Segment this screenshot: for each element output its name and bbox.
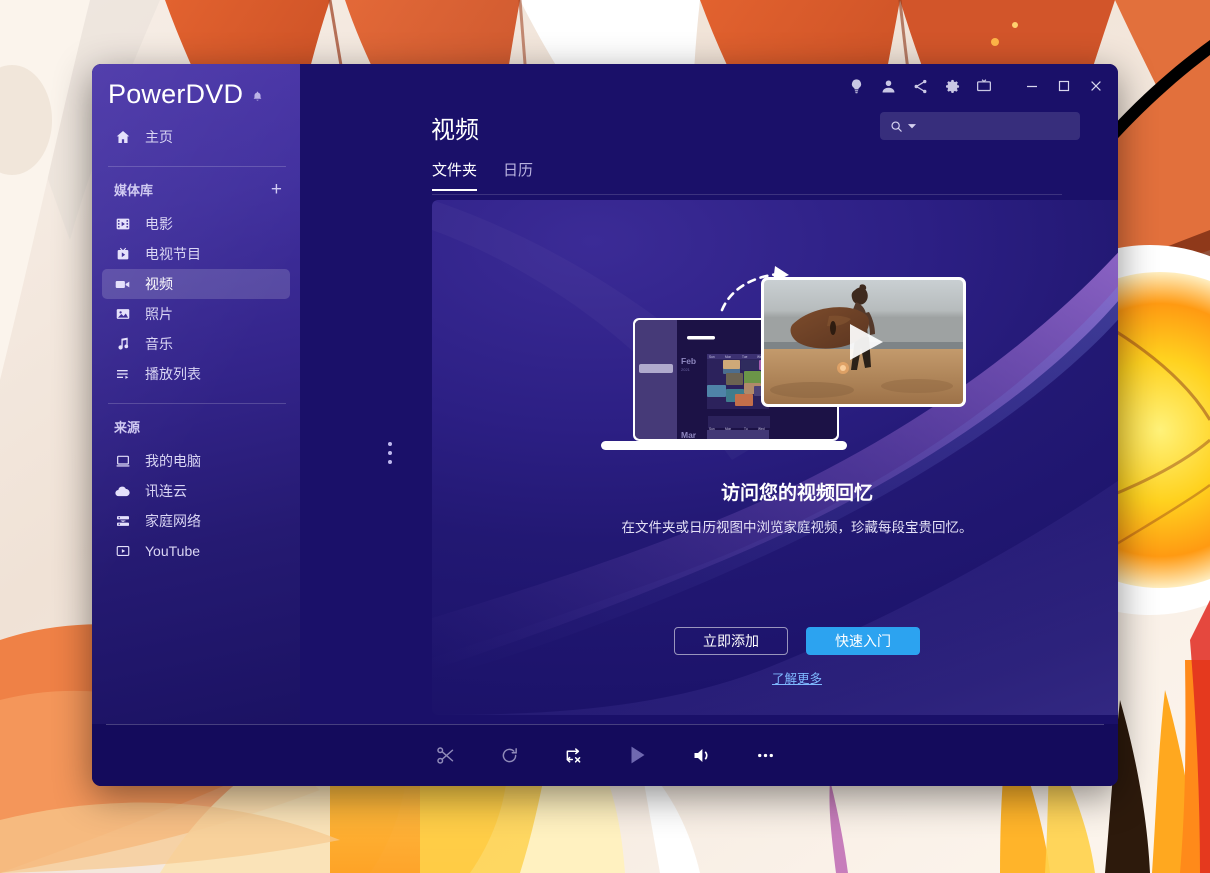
svg-text:Tue: Tue xyxy=(742,355,748,359)
sidebar-item-label-movies: 电影 xyxy=(145,216,173,232)
empty-state-title: 访问您的视频回忆 xyxy=(720,483,873,504)
quick-start-button[interactable]: 快速入门 xyxy=(806,627,920,655)
svg-text:Mon: Mon xyxy=(725,355,731,359)
sources-section-header: 来源 xyxy=(92,404,300,446)
sidebar-item-label-mycomputer: 我的电脑 xyxy=(145,453,201,469)
bottom-toolbar xyxy=(92,724,1118,786)
tab-calendar[interactable]: 日历 xyxy=(503,159,533,191)
desktop-background: PowerDVD 主页 媒体库 + 电影 电视节目 视频 照片 音乐 播放列表 … xyxy=(0,0,1210,873)
user-icon[interactable] xyxy=(872,71,904,101)
sidebar-item-photos[interactable]: 照片 xyxy=(102,299,290,329)
movie-clapper-icon xyxy=(114,216,131,233)
sidebar-item-home[interactable]: 主页 xyxy=(102,122,290,152)
sidebar-item-movies[interactable]: 电影 xyxy=(102,209,290,239)
search-input[interactable] xyxy=(921,119,1066,133)
more-ellipsis-icon[interactable] xyxy=(748,738,782,772)
svg-text:Sun: Sun xyxy=(709,427,715,431)
powerdvd-app-window: PowerDVD 主页 媒体库 + 电影 电视节目 视频 照片 音乐 播放列表 … xyxy=(92,64,1118,786)
content-tabs: 文件夹 日历 xyxy=(432,159,533,191)
handle-dot-2 xyxy=(388,451,392,455)
music-note-icon xyxy=(114,336,131,353)
home-icon xyxy=(114,129,131,146)
computer-icon xyxy=(114,453,131,470)
sidebar-item-label-cyberlinkcloud: 讯连云 xyxy=(145,483,187,499)
sources-section-title: 来源 xyxy=(114,420,141,435)
search-icon xyxy=(890,120,903,133)
sidebar-item-label-videos: 视频 xyxy=(145,276,173,292)
sidebar-item-playlists[interactable]: 播放列表 xyxy=(102,359,290,389)
cut-scissors-icon[interactable] xyxy=(428,738,462,772)
main-content: 视频 文件夹 日历 Sun Mon Tue Wed Feb 2021 Mar S… xyxy=(300,64,1118,724)
play-icon[interactable] xyxy=(620,738,654,772)
svg-text:Mon: Mon xyxy=(725,427,731,431)
tv-icon xyxy=(114,246,131,263)
sidebar-item-label-home: 主页 xyxy=(145,129,173,145)
cloud-icon xyxy=(114,483,131,500)
learn-more-row: 了解更多 xyxy=(432,668,1118,688)
sidebar-item-tvshows[interactable]: 电视节目 xyxy=(102,239,290,269)
lightbulb-icon[interactable] xyxy=(840,71,872,101)
learn-more-link[interactable]: 了解更多 xyxy=(772,672,822,686)
sidebar-item-youtube[interactable]: YouTube xyxy=(102,536,290,566)
sidebar-item-label-photos: 照片 xyxy=(145,306,173,322)
sidebar-item-videos[interactable]: 视频 xyxy=(102,269,290,299)
add-library-button[interactable]: + xyxy=(271,180,282,199)
repeat-off-icon[interactable] xyxy=(556,738,590,772)
transport-controls xyxy=(92,724,1118,786)
svg-text:2021: 2021 xyxy=(681,367,691,372)
titlebar-spacer xyxy=(1000,86,1016,87)
svg-text:Feb: Feb xyxy=(681,356,696,366)
sidebar-item-label-youtube: YouTube xyxy=(145,543,201,559)
library-section-title: 媒体库 xyxy=(114,183,154,198)
volume-icon[interactable] xyxy=(684,738,718,772)
sidebar: PowerDVD 主页 媒体库 + 电影 电视节目 视频 照片 音乐 播放列表 … xyxy=(92,64,300,724)
empty-state-subtitle: 在文件夹或日历视图中浏览家庭视频，珍藏每段宝贵回忆。 xyxy=(621,520,973,535)
playlist-icon xyxy=(114,366,131,383)
gear-icon[interactable] xyxy=(936,71,968,101)
tv-cast-icon[interactable] xyxy=(968,71,1000,101)
share-icon[interactable] xyxy=(904,71,936,101)
sidebar-resize-handle[interactable] xyxy=(388,442,392,464)
svg-text:Sun: Sun xyxy=(709,355,715,359)
sidebar-item-mycomputer[interactable]: 我的电脑 xyxy=(102,446,290,476)
chevron-down-icon[interactable] xyxy=(908,122,916,130)
laptop-calendar-and-video-illustration: Sun Mon Tue Wed Feb 2021 Mar Sun Mon Tu … xyxy=(597,258,997,453)
sidebar-item-label-homenetwork: 家庭网络 xyxy=(145,513,201,529)
minimize-button[interactable] xyxy=(1016,71,1048,101)
maximize-button[interactable] xyxy=(1048,71,1080,101)
sidebar-item-music[interactable]: 音乐 xyxy=(102,329,290,359)
video-camera-icon xyxy=(114,276,131,293)
tabs-underline xyxy=(432,194,1062,195)
library-section-header: 媒体库 + xyxy=(92,167,300,209)
sidebar-item-cyberlinkcloud[interactable]: 讯连云 xyxy=(102,476,290,506)
youtube-icon xyxy=(114,543,131,560)
search-box[interactable] xyxy=(880,112,1080,140)
empty-state-card: Sun Mon Tue Wed Feb 2021 Mar Sun Mon Tu … xyxy=(432,200,1118,715)
tab-folders[interactable]: 文件夹 xyxy=(432,159,478,191)
svg-text:Wed: Wed xyxy=(758,427,765,431)
window-titlebar xyxy=(92,64,1118,108)
svg-text:Tu: Tu xyxy=(744,427,748,431)
rotate-icon[interactable] xyxy=(492,738,526,772)
page-title: 视频 xyxy=(431,117,479,144)
sidebar-item-label-music: 音乐 xyxy=(145,336,173,352)
home-network-icon xyxy=(114,513,131,530)
empty-state-actions: 立即添加 快速入门 xyxy=(432,627,1118,655)
add-now-button[interactable]: 立即添加 xyxy=(674,627,788,655)
close-button[interactable] xyxy=(1080,71,1112,101)
handle-dot-1 xyxy=(388,442,392,446)
sidebar-item-label-tvshows: 电视节目 xyxy=(145,246,201,262)
handle-dot-3 xyxy=(388,460,392,464)
sidebar-item-label-playlists: 播放列表 xyxy=(145,366,201,382)
svg-text:Mar: Mar xyxy=(681,430,697,440)
sidebar-item-homenetwork[interactable]: 家庭网络 xyxy=(102,506,290,536)
photo-icon xyxy=(114,306,131,323)
